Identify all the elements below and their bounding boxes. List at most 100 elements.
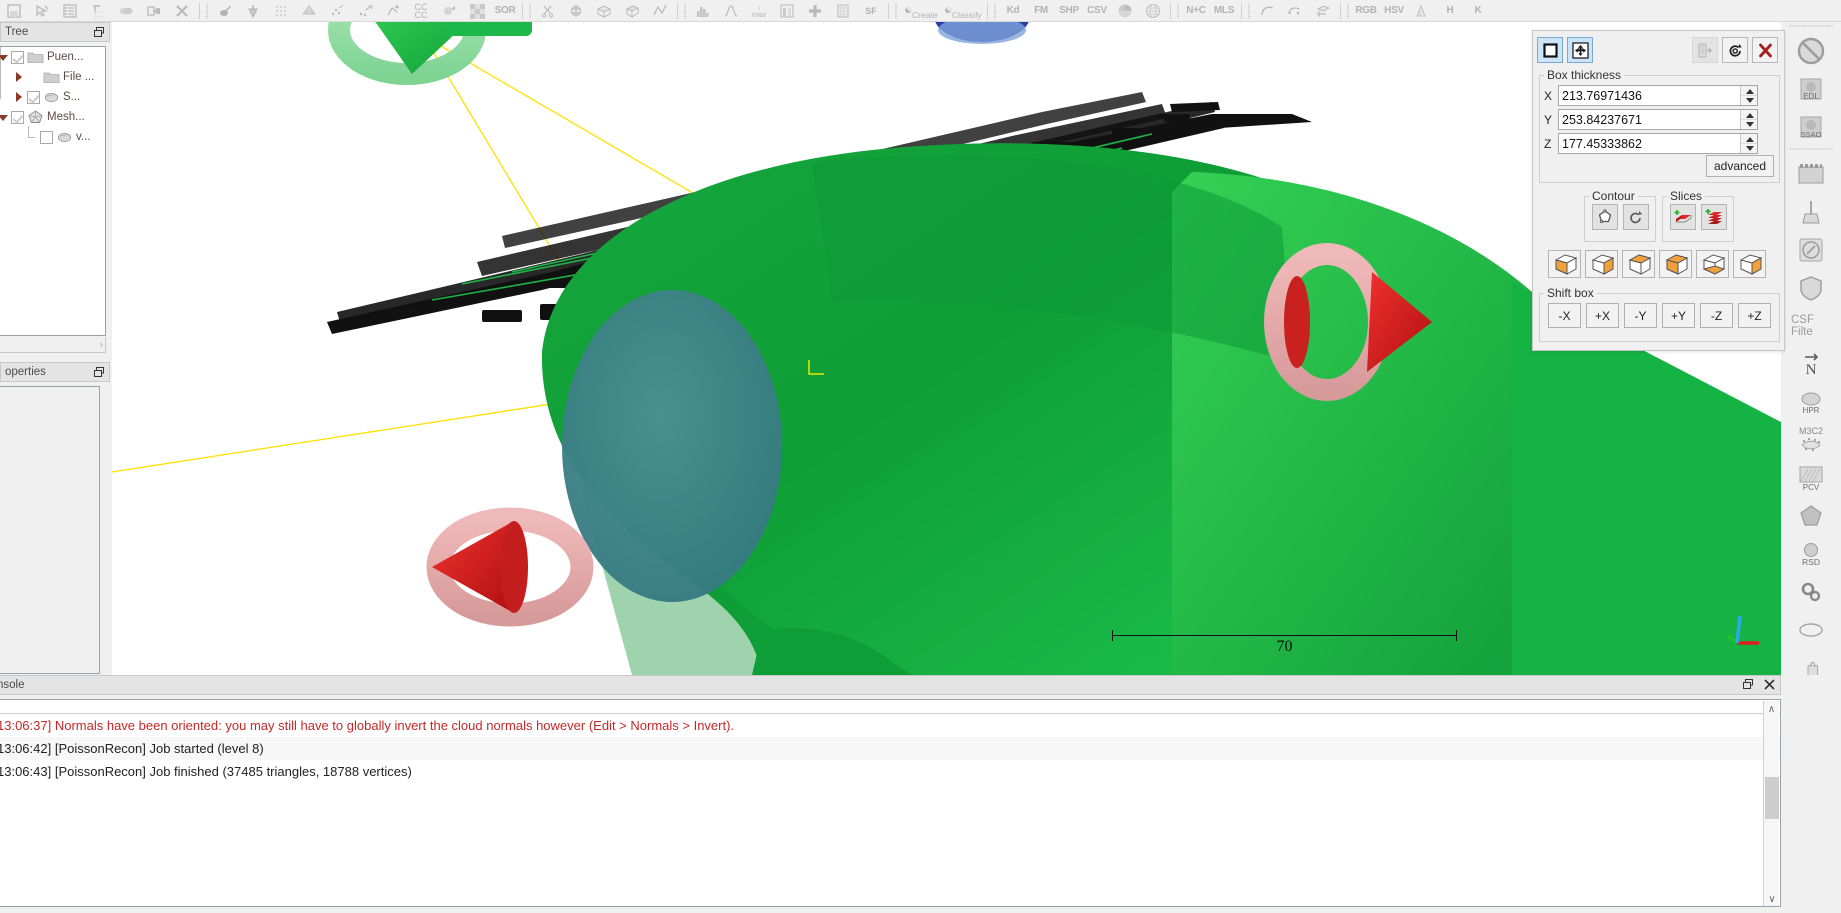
- close-icon[interactable]: [1763, 678, 1776, 694]
- export-multiple-slices-button[interactable]: [1701, 204, 1727, 230]
- scroll-left-icon[interactable]: ‹: [0, 339, 1, 351]
- align-icon[interactable]: [379, 0, 407, 22]
- save-icon[interactable]: [0, 0, 28, 22]
- max-local-icon[interactable]: ›max: [745, 0, 773, 22]
- console-messages[interactable]: 13:06:37] Normals have been oriented: yo…: [0, 699, 1781, 907]
- tree-item-puente[interactable]: Puen...: [0, 47, 105, 67]
- stepper-down-icon[interactable]: [1741, 120, 1757, 130]
- tracepolyline-icon[interactable]: [646, 0, 674, 22]
- normals-n-icon[interactable]: N: [1791, 346, 1831, 382]
- tree-expand-arrow[interactable]: [13, 92, 24, 103]
- cloud-cloud-dist-icon[interactable]: CCCC: [407, 0, 435, 22]
- merge-icon[interactable]: [140, 0, 168, 22]
- scroll-right-icon[interactable]: ›: [99, 339, 103, 351]
- rasterize-icon[interactable]: [295, 0, 323, 22]
- normals-compute-icon[interactable]: [211, 0, 239, 22]
- pie-chart-icon[interactable]: [1111, 0, 1139, 22]
- compute-sf-icon[interactable]: [829, 0, 857, 22]
- register-icon[interactable]: [351, 0, 379, 22]
- tree-expand-arrow[interactable]: [13, 72, 24, 83]
- broom-cleanup-icon[interactable]: [1791, 194, 1831, 230]
- tree-item-vertices[interactable]: v...: [0, 127, 105, 147]
- box-thickness-z-stepper[interactable]: [1740, 134, 1757, 153]
- gauss-fit-icon[interactable]: [717, 0, 745, 22]
- sor-filter-icon[interactable]: SOR: [491, 0, 519, 22]
- restore-icon[interactable]: [93, 366, 106, 379]
- segment-scissors-icon[interactable]: [534, 0, 562, 22]
- shift-plus-x-button[interactable]: +X: [1586, 303, 1619, 328]
- console-scrollbar[interactable]: ∧ ∨: [1763, 701, 1779, 907]
- edl-shader-icon[interactable]: EDL: [1791, 71, 1831, 107]
- view-right-face-button[interactable]: [1585, 250, 1618, 278]
- rsd-icon[interactable]: RSD: [1791, 536, 1831, 572]
- color-gradient-icon[interactable]: [1408, 0, 1436, 22]
- properties-list-icon[interactable]: [56, 0, 84, 22]
- ssao-shader-icon[interactable]: SSAO: [1791, 109, 1831, 145]
- box-thickness-y[interactable]: [1558, 109, 1758, 130]
- tree-item-file[interactable]: File ...: [0, 67, 105, 87]
- sf-gradient-icon[interactable]: SF: [857, 0, 885, 22]
- export-slice-button[interactable]: [1670, 204, 1696, 230]
- tree-expand-arrow[interactable]: [0, 52, 8, 63]
- shift-minus-z-button[interactable]: -Z: [1700, 303, 1733, 328]
- tree-item-checkbox[interactable]: [11, 111, 24, 124]
- poisson-recon-icon[interactable]: [1281, 0, 1309, 22]
- reset-button[interactable]: [1722, 37, 1748, 63]
- advanced-button[interactable]: advanced: [1706, 155, 1774, 177]
- extract-contour-button[interactable]: [1592, 204, 1618, 230]
- tree-item-cloud[interactable]: S...: [0, 87, 105, 107]
- view-left-face-button[interactable]: [1548, 250, 1581, 278]
- box-thickness-y-input[interactable]: [1559, 111, 1729, 128]
- view-top-face-button[interactable]: [1622, 250, 1655, 278]
- scroll-up-icon[interactable]: ∧: [1764, 701, 1779, 717]
- scroll-down-icon[interactable]: ∨: [1764, 891, 1780, 907]
- hpr-icon[interactable]: HPR: [1791, 384, 1831, 420]
- shift-minus-x-button[interactable]: -X: [1548, 303, 1581, 328]
- box-thickness-x-stepper[interactable]: [1740, 86, 1757, 105]
- stepper-down-icon[interactable]: [1741, 96, 1757, 106]
- tree-item-mesh[interactable]: Mesh...: [0, 107, 105, 127]
- shield-cork-icon[interactable]: [1791, 270, 1831, 306]
- pcv-icon[interactable]: PCV: [1791, 460, 1831, 496]
- hsv-convert-icon[interactable]: HSV: [1380, 0, 1408, 22]
- shift-plus-y-button[interactable]: +Y: [1662, 303, 1695, 328]
- 3d-viewport[interactable]: 70: [112, 22, 1781, 675]
- tree-item-checkbox[interactable]: [40, 131, 53, 144]
- stepper-up-icon[interactable]: [1741, 134, 1757, 144]
- gears-settings-icon[interactable]: [1791, 574, 1831, 610]
- export-segment-button[interactable]: [1692, 37, 1718, 63]
- hue-icon[interactable]: H: [1436, 0, 1464, 22]
- mls-smooth-icon[interactable]: MLS: [1210, 0, 1238, 22]
- restore-icon[interactable]: [1742, 678, 1755, 694]
- globe-icon[interactable]: [1139, 0, 1167, 22]
- create-classifier-icon[interactable]: ☯Create: [900, 0, 942, 22]
- restore-icon[interactable]: [93, 26, 106, 39]
- mesh-flip-icon[interactable]: [1309, 0, 1337, 22]
- box-move-mode-button[interactable]: [1567, 37, 1593, 63]
- scalar-field-icon[interactable]: [773, 0, 801, 22]
- cross-section-icon[interactable]: [562, 0, 590, 22]
- box-thickness-z[interactable]: [1558, 133, 1758, 154]
- stepper-up-icon[interactable]: [1741, 110, 1757, 120]
- shift-plus-z-button[interactable]: +Z: [1738, 303, 1771, 328]
- cloud-mesh-dist-icon[interactable]: [435, 0, 463, 22]
- tree-item-checkbox[interactable]: [27, 91, 40, 104]
- ellipse-fit-icon[interactable]: [1791, 612, 1831, 648]
- clipping-box-icon[interactable]: [590, 0, 618, 22]
- subsample-icon[interactable]: [267, 0, 295, 22]
- csf-filter-label[interactable]: CSF Filte: [1791, 308, 1831, 344]
- normals-orient-icon[interactable]: [239, 0, 267, 22]
- kd-tree-icon[interactable]: Kd: [999, 0, 1027, 22]
- k-icon[interactable]: K: [1464, 0, 1492, 22]
- add-scalar-field-icon[interactable]: [801, 0, 829, 22]
- rgb-convert-icon[interactable]: RGB: [1352, 0, 1380, 22]
- box-thickness-z-input[interactable]: [1559, 135, 1729, 152]
- classify-icon[interactable]: ☯Classify: [942, 0, 984, 22]
- normals-plus-curvature-icon[interactable]: N+C: [1182, 0, 1210, 22]
- stepper-up-icon[interactable]: [1741, 86, 1757, 96]
- shift-minus-y-button[interactable]: -Y: [1624, 303, 1657, 328]
- close-button[interactable]: [1752, 37, 1778, 63]
- histogram-icon[interactable]: [689, 0, 717, 22]
- fm-marching-icon[interactable]: FM: [1027, 0, 1055, 22]
- pointer-select-icon[interactable]: [28, 0, 56, 22]
